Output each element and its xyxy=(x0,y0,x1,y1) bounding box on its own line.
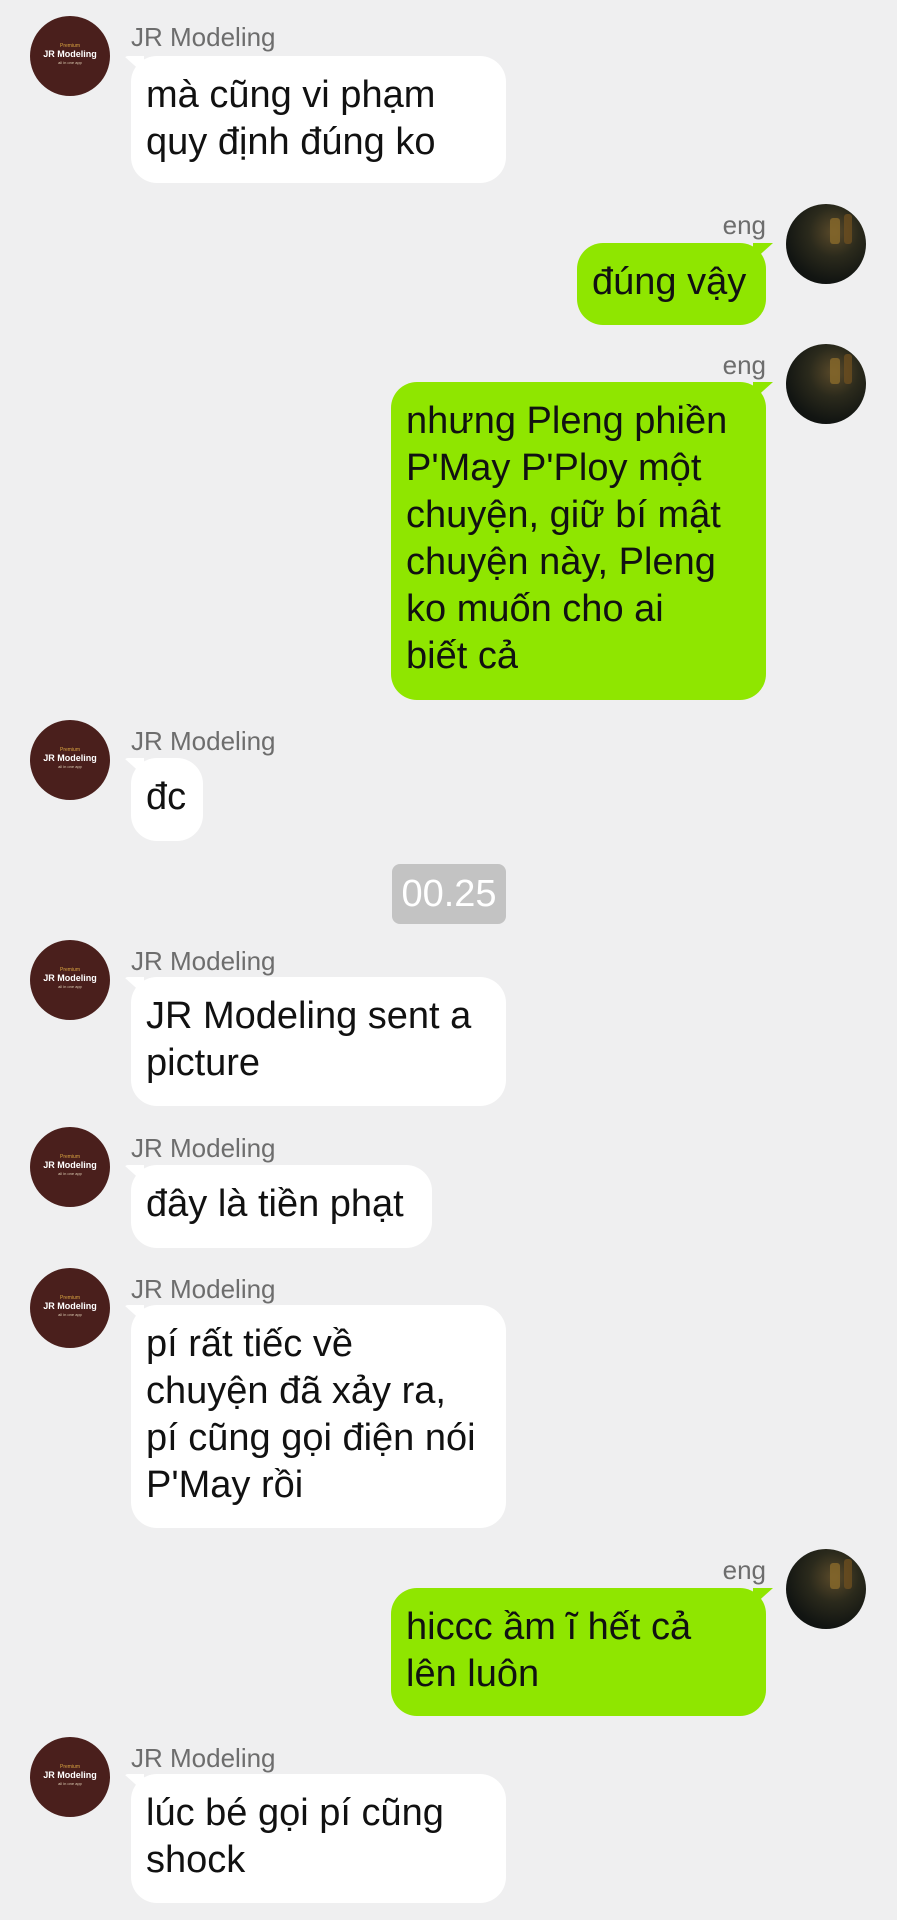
avatar-photo-detail xyxy=(844,1559,852,1589)
avatar-jr-modeling[interactable]: Premium JR Modeling all in one app xyxy=(30,940,110,1020)
avatar-text-tagline: all in one app xyxy=(58,1312,82,1317)
message-bubble-outgoing[interactable]: đúng vậy xyxy=(577,243,766,325)
avatar-photo-detail xyxy=(830,358,840,384)
message-bubble-outgoing[interactable]: hiccc ầm ĩ hết cả lên luôn xyxy=(391,1588,766,1716)
avatar-text-brand: JR Modeling xyxy=(43,49,97,59)
message-bubble-incoming[interactable]: mà cũng vi phạm quy định đúng ko xyxy=(131,56,506,183)
avatar-text-brand: JR Modeling xyxy=(43,753,97,763)
avatar-jr-modeling[interactable]: Premium JR Modeling all in one app xyxy=(30,1268,110,1348)
sender-name: JR Modeling xyxy=(131,946,276,976)
message-bubble-incoming[interactable]: đc xyxy=(131,758,203,841)
avatar-text-brand: JR Modeling xyxy=(43,1301,97,1311)
avatar-photo-detail xyxy=(830,1563,840,1589)
sender-name: JR Modeling xyxy=(131,726,276,756)
avatar-text-brand: JR Modeling xyxy=(43,1770,97,1780)
avatar-eng[interactable] xyxy=(786,204,866,284)
message-bubble-incoming[interactable]: đây là tiền phạt xyxy=(131,1165,432,1248)
avatar-text-brand: JR Modeling xyxy=(43,973,97,983)
avatar-text-tagline: all in one app xyxy=(58,60,82,65)
avatar-text-tagline: all in one app xyxy=(58,1781,82,1786)
sender-name: eng xyxy=(722,350,766,380)
avatar-eng[interactable] xyxy=(786,344,866,424)
avatar-jr-modeling[interactable]: Premium JR Modeling all in one app xyxy=(30,720,110,800)
message-bubble-incoming[interactable]: lúc bé gọi pí cũng shock xyxy=(131,1774,506,1903)
message-bubble-outgoing[interactable]: nhưng Pleng phiền P'May P'Ploy một chuyệ… xyxy=(391,382,766,700)
sender-name: JR Modeling xyxy=(131,1133,276,1163)
sender-name: JR Modeling xyxy=(131,1743,276,1773)
avatar-text-brand: JR Modeling xyxy=(43,1160,97,1170)
timestamp-divider: 00.25 xyxy=(392,864,506,924)
avatar-jr-modeling[interactable]: Premium JR Modeling all in one app xyxy=(30,1127,110,1207)
message-bubble-incoming[interactable]: JR Modeling sent a picture xyxy=(131,977,506,1106)
sender-name: JR Modeling xyxy=(131,1274,276,1304)
sender-name: eng xyxy=(722,210,766,240)
sender-name: eng xyxy=(722,1555,766,1585)
avatar-text-tagline: all in one app xyxy=(58,984,82,989)
avatar-eng[interactable] xyxy=(786,1549,866,1629)
avatar-jr-modeling[interactable]: Premium JR Modeling all in one app xyxy=(30,1737,110,1817)
avatar-photo-detail xyxy=(844,214,852,244)
avatar-text-tagline: all in one app xyxy=(58,1171,82,1176)
avatar-photo-detail xyxy=(830,218,840,244)
sender-name: JR Modeling xyxy=(131,22,276,52)
avatar-jr-modeling[interactable]: Premium JR Modeling all in one app xyxy=(30,16,110,96)
avatar-photo-detail xyxy=(844,354,852,384)
message-bubble-incoming[interactable]: pí rất tiếc về chuyện đã xảy ra, pí cũng… xyxy=(131,1305,506,1528)
avatar-text-tagline: all in one app xyxy=(58,764,82,769)
